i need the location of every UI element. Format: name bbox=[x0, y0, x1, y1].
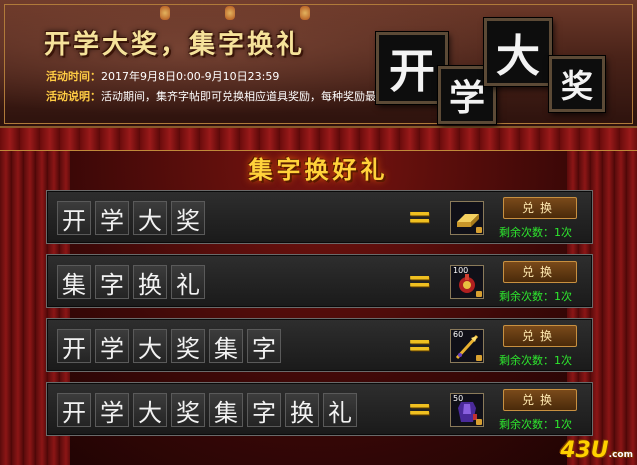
lantern-icon bbox=[225, 6, 235, 20]
reward-item-slot[interactable]: 50 bbox=[450, 393, 484, 427]
equals-sign: = bbox=[407, 392, 433, 427]
required-chars: 开 学 大 奖 bbox=[57, 201, 205, 235]
char-tile: 学 bbox=[95, 393, 129, 427]
equals-sign: = bbox=[407, 200, 433, 235]
char-tile: 换 bbox=[133, 265, 167, 299]
char-tile: 字 bbox=[247, 329, 281, 363]
exchange-button[interactable]: 兑换 bbox=[503, 325, 577, 347]
char-tile: 学 bbox=[95, 201, 129, 235]
event-description: 活动说明：活动期间，集齐字帖即可兑换相应道具奖励，每种奖励最多兑换1次 bbox=[46, 88, 427, 104]
char-tile: 奖 bbox=[171, 393, 205, 427]
char-tile: 集 bbox=[209, 393, 243, 427]
lock-icon bbox=[476, 355, 482, 361]
exchange-button[interactable]: 兑换 bbox=[503, 389, 577, 411]
char-tile: 开 bbox=[57, 393, 91, 427]
logo-tile: 大 bbox=[484, 18, 552, 86]
event-time-label: 活动时间： bbox=[46, 70, 101, 83]
char-tile: 奖 bbox=[171, 329, 205, 363]
required-chars: 集 字 换 礼 bbox=[57, 265, 205, 299]
event-desc-label: 活动说明： bbox=[46, 90, 101, 103]
reward-item-slot[interactable]: 60 bbox=[450, 329, 484, 363]
equals-sign: = bbox=[407, 328, 433, 363]
logo-tile: 奖 bbox=[549, 56, 605, 112]
char-tile: 集 bbox=[57, 265, 91, 299]
section-title: 集字换好礼 bbox=[248, 155, 389, 184]
char-tile: 礼 bbox=[323, 393, 357, 427]
required-chars: 开 学 大 奖 集 字 换 礼 bbox=[57, 393, 357, 427]
item-level: 50 bbox=[453, 394, 464, 403]
reward-item-slot[interactable]: 100 bbox=[450, 265, 484, 299]
remaining-count: 剩余次数：1次 bbox=[499, 418, 572, 431]
event-time-value: 2017年9月8日0:00-9月10日23:59 bbox=[101, 70, 280, 83]
char-tile: 大 bbox=[133, 201, 167, 235]
char-tile: 奖 bbox=[171, 201, 205, 235]
remaining-count: 剩余次数：1次 bbox=[499, 226, 572, 239]
char-tile: 开 bbox=[57, 201, 91, 235]
site-watermark: 43U.com bbox=[560, 438, 633, 463]
watermark-sub: .com bbox=[608, 450, 633, 460]
equals-sign: = bbox=[407, 264, 433, 299]
char-tile: 字 bbox=[247, 393, 281, 427]
exchange-row: 集 字 换 礼 = 100 兑换 剩余次数：1次 bbox=[46, 254, 593, 308]
item-level: 100 bbox=[453, 266, 469, 275]
char-tile: 学 bbox=[95, 329, 129, 363]
watermark-text: 43U bbox=[560, 438, 609, 463]
char-tile: 礼 bbox=[171, 265, 205, 299]
lantern-icon bbox=[300, 6, 310, 20]
exchange-row: 开 学 大 奖 = 兑换 剩余次数：1次 bbox=[46, 190, 593, 244]
char-tile: 大 bbox=[133, 329, 167, 363]
event-time: 活动时间：2017年9月8日0:00-9月10日23:59 bbox=[46, 68, 279, 84]
exchange-button[interactable]: 兑换 bbox=[503, 197, 577, 219]
remaining-count: 剩余次数：1次 bbox=[499, 354, 572, 367]
lock-icon bbox=[476, 419, 482, 425]
reward-item-slot[interactable] bbox=[450, 201, 484, 235]
char-tile: 开 bbox=[57, 329, 91, 363]
banner-title: 开学大奖，集字换礼 bbox=[44, 30, 306, 60]
char-tile: 集 bbox=[209, 329, 243, 363]
remaining-count: 剩余次数：1次 bbox=[499, 290, 572, 303]
item-level: 60 bbox=[453, 330, 464, 339]
lock-icon bbox=[476, 227, 482, 233]
char-tile: 换 bbox=[285, 393, 319, 427]
required-chars: 开 学 大 奖 集 字 bbox=[57, 329, 281, 363]
curtain-valance bbox=[0, 128, 637, 151]
exchange-button[interactable]: 兑换 bbox=[503, 261, 577, 283]
lock-icon bbox=[476, 291, 482, 297]
char-tile: 字 bbox=[95, 265, 129, 299]
event-banner: 开学大奖，集字换礼 活动时间：2017年9月8日0:00-9月10日23:59 … bbox=[0, 0, 637, 128]
exchange-row: 开 学 大 奖 集 字 换 礼 = 50 兑换 剩余次数：1次 bbox=[46, 382, 593, 436]
lantern-icon bbox=[160, 6, 170, 20]
char-tile: 大 bbox=[133, 393, 167, 427]
exchange-row: 开 学 大 奖 集 字 = 60 兑换 剩余次数：1次 bbox=[46, 318, 593, 372]
